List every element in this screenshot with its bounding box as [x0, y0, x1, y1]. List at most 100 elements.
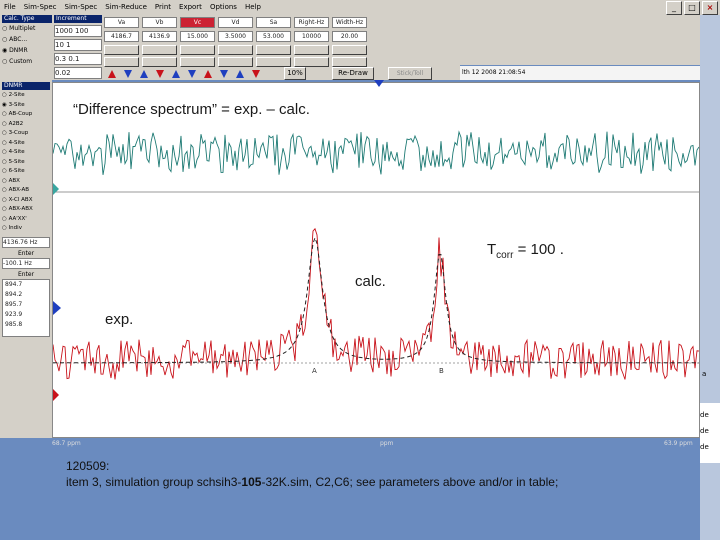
caption-line-2-pre: item 3, simulation group schsih3- [66, 475, 242, 489]
parameter-column: Sa 53.000 [256, 17, 291, 67]
dnmr-option[interactable]: ○ 4-Site [2, 139, 50, 149]
arrow-down-icon[interactable] [188, 70, 196, 78]
dnmr-option[interactable]: ○ ABX-AB [2, 186, 50, 196]
diff-marker-icon[interactable] [53, 183, 59, 195]
arrow-up-icon[interactable] [108, 70, 116, 78]
menu-item[interactable]: Options [206, 0, 241, 15]
menu-item[interactable]: Sim-Spec [61, 0, 102, 15]
dnmr-option[interactable]: ○ AB-Coup [2, 110, 50, 120]
parameter-column: Width-Hz 20.00 [332, 17, 367, 67]
calc-type-option[interactable]: ○ Custom [2, 56, 52, 67]
frequency-field[interactable]: 4136.76 Hz [2, 236, 50, 248]
dnmr-option[interactable]: ○ X-Cl ABX [2, 196, 50, 206]
menu-item[interactable]: Print [151, 0, 175, 15]
calc-type-option[interactable]: ○ Multiplet [2, 23, 52, 34]
parameter-spinner[interactable] [218, 45, 253, 55]
calc-type-option[interactable]: ○ ABC... [2, 34, 52, 45]
stick-toll-button[interactable]: Stick/Toll [388, 67, 432, 80]
dnmr-option[interactable]: ○ 6-Site [2, 167, 50, 177]
menu-item[interactable]: File [0, 0, 20, 15]
spectrum-plot[interactable]: A B “Difference spectrum” = exp. – calc.… [52, 82, 700, 438]
parameter-value[interactable]: 4136.9 [142, 31, 177, 42]
dnmr-option[interactable]: ○ Indiv [2, 224, 50, 234]
dnmr-option[interactable]: ○ ABX-ABX [2, 205, 50, 215]
dnmr-option[interactable]: ○ ABX [2, 177, 50, 187]
dnmr-option[interactable]: ○ 3-Coup [2, 129, 50, 139]
dnmr-option[interactable]: ○ 2-Site [2, 91, 50, 101]
exp-marker-icon[interactable] [53, 301, 61, 315]
value-list-item[interactable]: 894.7 [3, 280, 49, 290]
arrow-up-icon[interactable] [140, 70, 148, 78]
parameter-header[interactable]: Sa [256, 17, 291, 28]
arrow-down-icon[interactable] [220, 70, 228, 78]
calc-type-label: Multiplet [9, 25, 36, 32]
arrow-up-icon[interactable] [172, 70, 180, 78]
arrow-down-icon[interactable] [124, 70, 132, 78]
dnmr-option-label: 3-Coup [8, 130, 29, 136]
parameter-header[interactable]: Vb [142, 17, 177, 28]
parameter-header[interactable]: Vc [180, 17, 215, 28]
parameter-header[interactable]: Va [104, 17, 139, 28]
dnmr-option-label: AA'XX' [8, 215, 27, 222]
parameter-value[interactable]: 10000 [294, 31, 329, 42]
right-strip-text-1: a [702, 370, 707, 378]
value-list-item[interactable]: 894.2 [3, 290, 49, 300]
exp-annotation: exp. [105, 311, 134, 328]
calc-type-label: Custom [9, 58, 33, 65]
minimize-button[interactable]: _ [666, 1, 682, 15]
menu-item[interactable]: Help [241, 0, 265, 15]
parameter-spinner[interactable] [104, 45, 139, 55]
dnmr-option[interactable]: ○ 5-Site [2, 158, 50, 168]
parameter-spinner[interactable] [256, 45, 291, 55]
arrow-down-icon[interactable] [156, 70, 164, 78]
parameter-column: Va 4186.7 [104, 17, 139, 67]
enter-field[interactable]: -100.1 Hz [2, 257, 50, 269]
dnmr-option[interactable]: ○ 4-Site [2, 148, 50, 158]
dnmr-option[interactable]: ○ A2B2 [2, 120, 50, 130]
increment-button[interactable]: 10 1 [54, 39, 102, 51]
parameter-value[interactable]: 20.00 [332, 31, 367, 42]
maximize-button[interactable]: □ [684, 1, 700, 15]
menu-item[interactable]: Sim-Reduce [101, 0, 151, 15]
arrow-up-icon[interactable] [236, 70, 244, 78]
parameter-spinner[interactable] [294, 45, 329, 55]
value-list-item[interactable]: 985.8 [3, 320, 49, 330]
parameter-value[interactable]: 4186.7 [104, 31, 139, 42]
toolbar: Calc. Type ○ Multiplet ○ ABC... ◉ DNMR ○ Cu… [0, 15, 460, 80]
increment-button[interactable]: 0.02 [54, 67, 102, 79]
parameter-value[interactable]: 3.5000 [218, 31, 253, 42]
calc-marker-icon[interactable] [53, 389, 59, 401]
value-list[interactable]: 894.7 894.2 895.7 923.9 985.8 [2, 278, 50, 337]
menu-bar: File Sim-Spec Sim-Spec Sim-Reduce Print Expor… [0, 0, 720, 15]
arrow-down-icon[interactable] [252, 70, 260, 78]
parameter-value[interactable]: 53.000 [256, 31, 291, 42]
value-list-item[interactable]: 923.9 [3, 310, 49, 320]
parameter-header[interactable]: Width-Hz [332, 17, 367, 28]
dnmr-option-label: Indiv [8, 225, 22, 231]
parameter-header[interactable]: Vd [218, 17, 253, 28]
axis-scale: 68.7 ppm ppm 63.9 ppm [0, 438, 700, 453]
parameter-spinner[interactable] [332, 45, 367, 55]
parameter-spinner[interactable] [180, 45, 215, 55]
dnmr-option[interactable]: ◉ 3-Site [2, 101, 50, 111]
value-list-item[interactable]: 895.7 [3, 300, 49, 310]
calc-annotation: calc. [355, 273, 386, 290]
menu-item[interactable]: Export [175, 0, 206, 15]
action-row: 10% Re-Draw Stick/Toll [104, 66, 460, 80]
parameter-header[interactable]: Right-Hz [294, 17, 329, 28]
redraw-button[interactable]: Re-Draw [332, 67, 374, 80]
calc-type-option[interactable]: ◉ DNMR [2, 45, 52, 56]
increment-button[interactable]: 0.3 0.1 [54, 53, 102, 65]
menu-item[interactable]: Sim-Spec [20, 0, 61, 15]
parameter-spinner[interactable] [142, 45, 177, 55]
dnmr-option-label: 6-Site [8, 168, 25, 174]
increment-group: Increment 1000 100 10 1 0.3 0.1 0.02 [54, 15, 102, 79]
top-marker-icon[interactable] [372, 80, 386, 88]
arrow-up-icon[interactable] [204, 70, 212, 78]
dnmr-option-label: ABX-AB [8, 187, 29, 193]
zoom-value[interactable]: 10% [284, 67, 306, 80]
close-button[interactable]: × [702, 1, 718, 15]
parameter-value[interactable]: 15.000 [180, 31, 215, 42]
dnmr-option[interactable]: ○ AA'XX' [2, 215, 50, 225]
increment-button[interactable]: 1000 100 [54, 25, 102, 37]
